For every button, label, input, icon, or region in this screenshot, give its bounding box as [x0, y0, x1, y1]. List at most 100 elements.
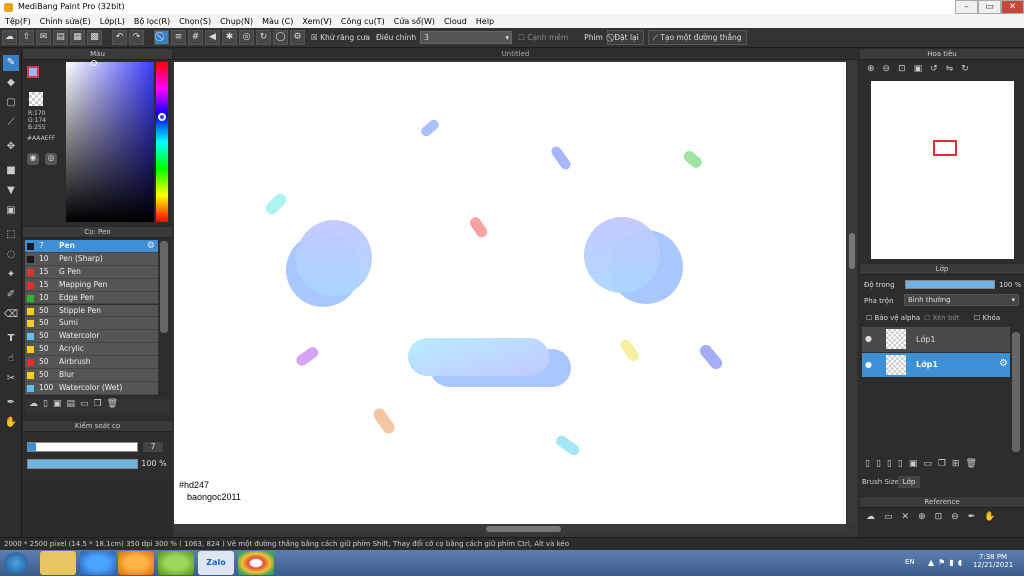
- new-8bit-layer-icon[interactable]: ▯: [887, 459, 898, 469]
- new-brush-icon[interactable]: ▯: [43, 399, 53, 409]
- menu-file[interactable]: Tệp(F): [5, 17, 31, 26]
- bucket-tool-icon[interactable]: ▼: [3, 183, 19, 199]
- edge-checkbox[interactable]: ☐ Cạnh mềm: [518, 33, 568, 42]
- hand-tool-icon[interactable]: ✋: [3, 415, 19, 431]
- settings-icon[interactable]: ⚙: [290, 30, 305, 45]
- brush-item[interactable]: 15 G Pen: [25, 265, 158, 279]
- eraser-tool-icon[interactable]: ◆: [3, 75, 19, 91]
- menu-help[interactable]: Help: [476, 17, 494, 26]
- hue-slider[interactable]: [156, 62, 168, 222]
- transparent-swatch[interactable]: [29, 92, 43, 106]
- brush-item[interactable]: 50 Acrylic: [25, 343, 158, 357]
- menu-window[interactable]: Cửa sổ(W): [394, 17, 435, 26]
- menu-tools[interactable]: Công cụ(T): [341, 17, 385, 26]
- gradient-tool-icon[interactable]: ▣: [3, 203, 19, 219]
- brush-item[interactable]: 50 Watercolor: [25, 330, 158, 344]
- media-icon[interactable]: [118, 551, 154, 575]
- brush-settings-icon[interactable]: ⚙: [147, 240, 155, 252]
- menu-color[interactable]: Màu (C): [262, 17, 293, 26]
- layer-settings-icon[interactable]: ⚙: [999, 358, 1008, 369]
- magic-wand-icon[interactable]: ✦: [3, 267, 19, 283]
- move-tool-icon[interactable]: ✥: [3, 139, 19, 155]
- start-button[interactable]: [4, 552, 28, 574]
- rotate-left-icon[interactable]: ↺: [930, 64, 946, 74]
- horizontal-scrollbar[interactable]: [174, 525, 846, 533]
- layer-row-selected[interactable]: ● Lớp1 ⚙: [862, 353, 1010, 377]
- layer-folder-icon[interactable]: ▭: [923, 459, 938, 469]
- antialias-checkbox[interactable]: ☒ Khử răng cưa: [311, 33, 370, 42]
- folder-icon[interactable]: ▭: [80, 399, 94, 409]
- undo-icon[interactable]: ↶: [112, 30, 127, 45]
- new-halftone-layer-icon[interactable]: ▯: [876, 459, 887, 469]
- protect-alpha-checkbox[interactable]: ☐ Bảo vệ alpha: [866, 314, 920, 322]
- menu-filter[interactable]: Bộ lọc(R): [134, 17, 170, 26]
- menu-layer[interactable]: Lớp(L): [100, 17, 125, 26]
- rotate-right-icon[interactable]: ↻: [961, 64, 977, 74]
- navigator-preview[interactable]: [871, 81, 1014, 259]
- open-ref-icon[interactable]: ▭: [884, 512, 902, 522]
- select-pen-icon[interactable]: ✐: [3, 287, 19, 303]
- ref-eyedropper-icon[interactable]: ✒: [968, 512, 985, 522]
- fill-rect-tool-icon[interactable]: ■: [3, 163, 19, 179]
- opacity-slider[interactable]: [27, 459, 138, 469]
- chrome-icon[interactable]: [238, 551, 274, 575]
- comment-icon[interactable]: ✉: [36, 30, 51, 45]
- parallel-snap-icon[interactable]: ≡: [171, 30, 186, 45]
- brush-item[interactable]: 10 Edge Pen: [25, 291, 158, 305]
- pen-tool-icon[interactable]: ✎: [3, 55, 19, 71]
- brush-item[interactable]: 50 Blur: [25, 369, 158, 382]
- menu-cloud[interactable]: Cloud: [444, 17, 467, 26]
- brush-settings-icon[interactable]: ▤: [66, 399, 80, 409]
- straight-line-button[interactable]: ⟋ Tạo một đường thẳng: [647, 30, 747, 45]
- hue-handle[interactable]: [158, 113, 166, 121]
- layer-row[interactable]: ● Lớp1: [862, 327, 1010, 352]
- cloud-ref-icon[interactable]: ☁: [866, 512, 884, 522]
- layer-opacity-value[interactable]: 100 %: [999, 281, 1021, 289]
- circle-snap-icon[interactable]: ◯: [273, 30, 288, 45]
- tab-brush-size[interactable]: Brush Size: [862, 478, 899, 486]
- copy-icon[interactable]: ❐: [94, 399, 107, 409]
- operation-tool-icon[interactable]: ☝: [3, 351, 19, 367]
- text-tool-icon[interactable]: T: [3, 331, 19, 347]
- eyedropper-tool-icon[interactable]: ✒: [3, 395, 19, 411]
- layer-opacity-slider[interactable]: [905, 280, 995, 289]
- drawing-canvas[interactable]: #hd247 baongoc2011: [174, 62, 846, 524]
- upload-icon[interactable]: ⇧: [19, 30, 34, 45]
- blend-select[interactable]: Bình thường ▾: [904, 294, 1019, 306]
- panel-icon[interactable]: ▤: [53, 30, 68, 45]
- page-icon[interactable]: ▦: [70, 30, 85, 45]
- ref-zoom-in-icon[interactable]: ⊕: [918, 512, 935, 522]
- minimize-icon[interactable]: –: [955, 0, 978, 14]
- brush-item[interactable]: 100 Watercolor (Wet): [25, 381, 158, 395]
- fit-icon[interactable]: ⊡: [898, 64, 914, 74]
- select-tool-icon[interactable]: ⬚: [3, 227, 19, 243]
- foreground-swatch[interactable]: [27, 66, 39, 78]
- app-icon[interactable]: [158, 551, 194, 575]
- add-layer-menu-icon[interactable]: ▣: [909, 459, 924, 469]
- brush-item[interactable]: 50 Airbrush: [25, 356, 158, 369]
- ref-fit-icon[interactable]: ⊡: [935, 512, 952, 522]
- actual-size-icon[interactable]: ▣: [914, 64, 931, 74]
- ref-zoom-out-icon[interactable]: ⊖: [951, 512, 968, 522]
- menu-edit[interactable]: Chỉnh sửa(E): [40, 17, 91, 26]
- color-picker-square[interactable]: [66, 62, 154, 222]
- cloud-icon[interactable]: ☁: [2, 30, 17, 45]
- brush-item[interactable]: 50 Stipple Pen: [25, 304, 158, 318]
- ref-hand-icon[interactable]: ✋: [984, 512, 1004, 522]
- menu-snap[interactable]: Chụp(N): [220, 17, 253, 26]
- horizontal-scroll-thumb[interactable]: [486, 526, 561, 532]
- menu-view[interactable]: Xem(V): [302, 17, 332, 26]
- tray-icons[interactable]: ▲⚑▮◖: [928, 558, 966, 567]
- eyedropper-icon[interactable]: ◎: [45, 153, 57, 165]
- delete-layer-icon[interactable]: 🗑: [965, 459, 982, 469]
- menu-select[interactable]: Chọn(S): [179, 17, 211, 26]
- explorer-icon[interactable]: [40, 551, 76, 575]
- eye-icon[interactable]: ●: [865, 360, 872, 369]
- redo-icon[interactable]: ↷: [129, 30, 144, 45]
- close-ref-icon[interactable]: ✕: [902, 512, 919, 522]
- cross-snap-icon[interactable]: #: [188, 30, 203, 45]
- duplicate-layer-icon[interactable]: ❐: [938, 459, 952, 469]
- radial-snap-icon[interactable]: ✱: [222, 30, 237, 45]
- ie-icon[interactable]: [80, 551, 116, 575]
- vertical-scrollbar[interactable]: [848, 63, 856, 523]
